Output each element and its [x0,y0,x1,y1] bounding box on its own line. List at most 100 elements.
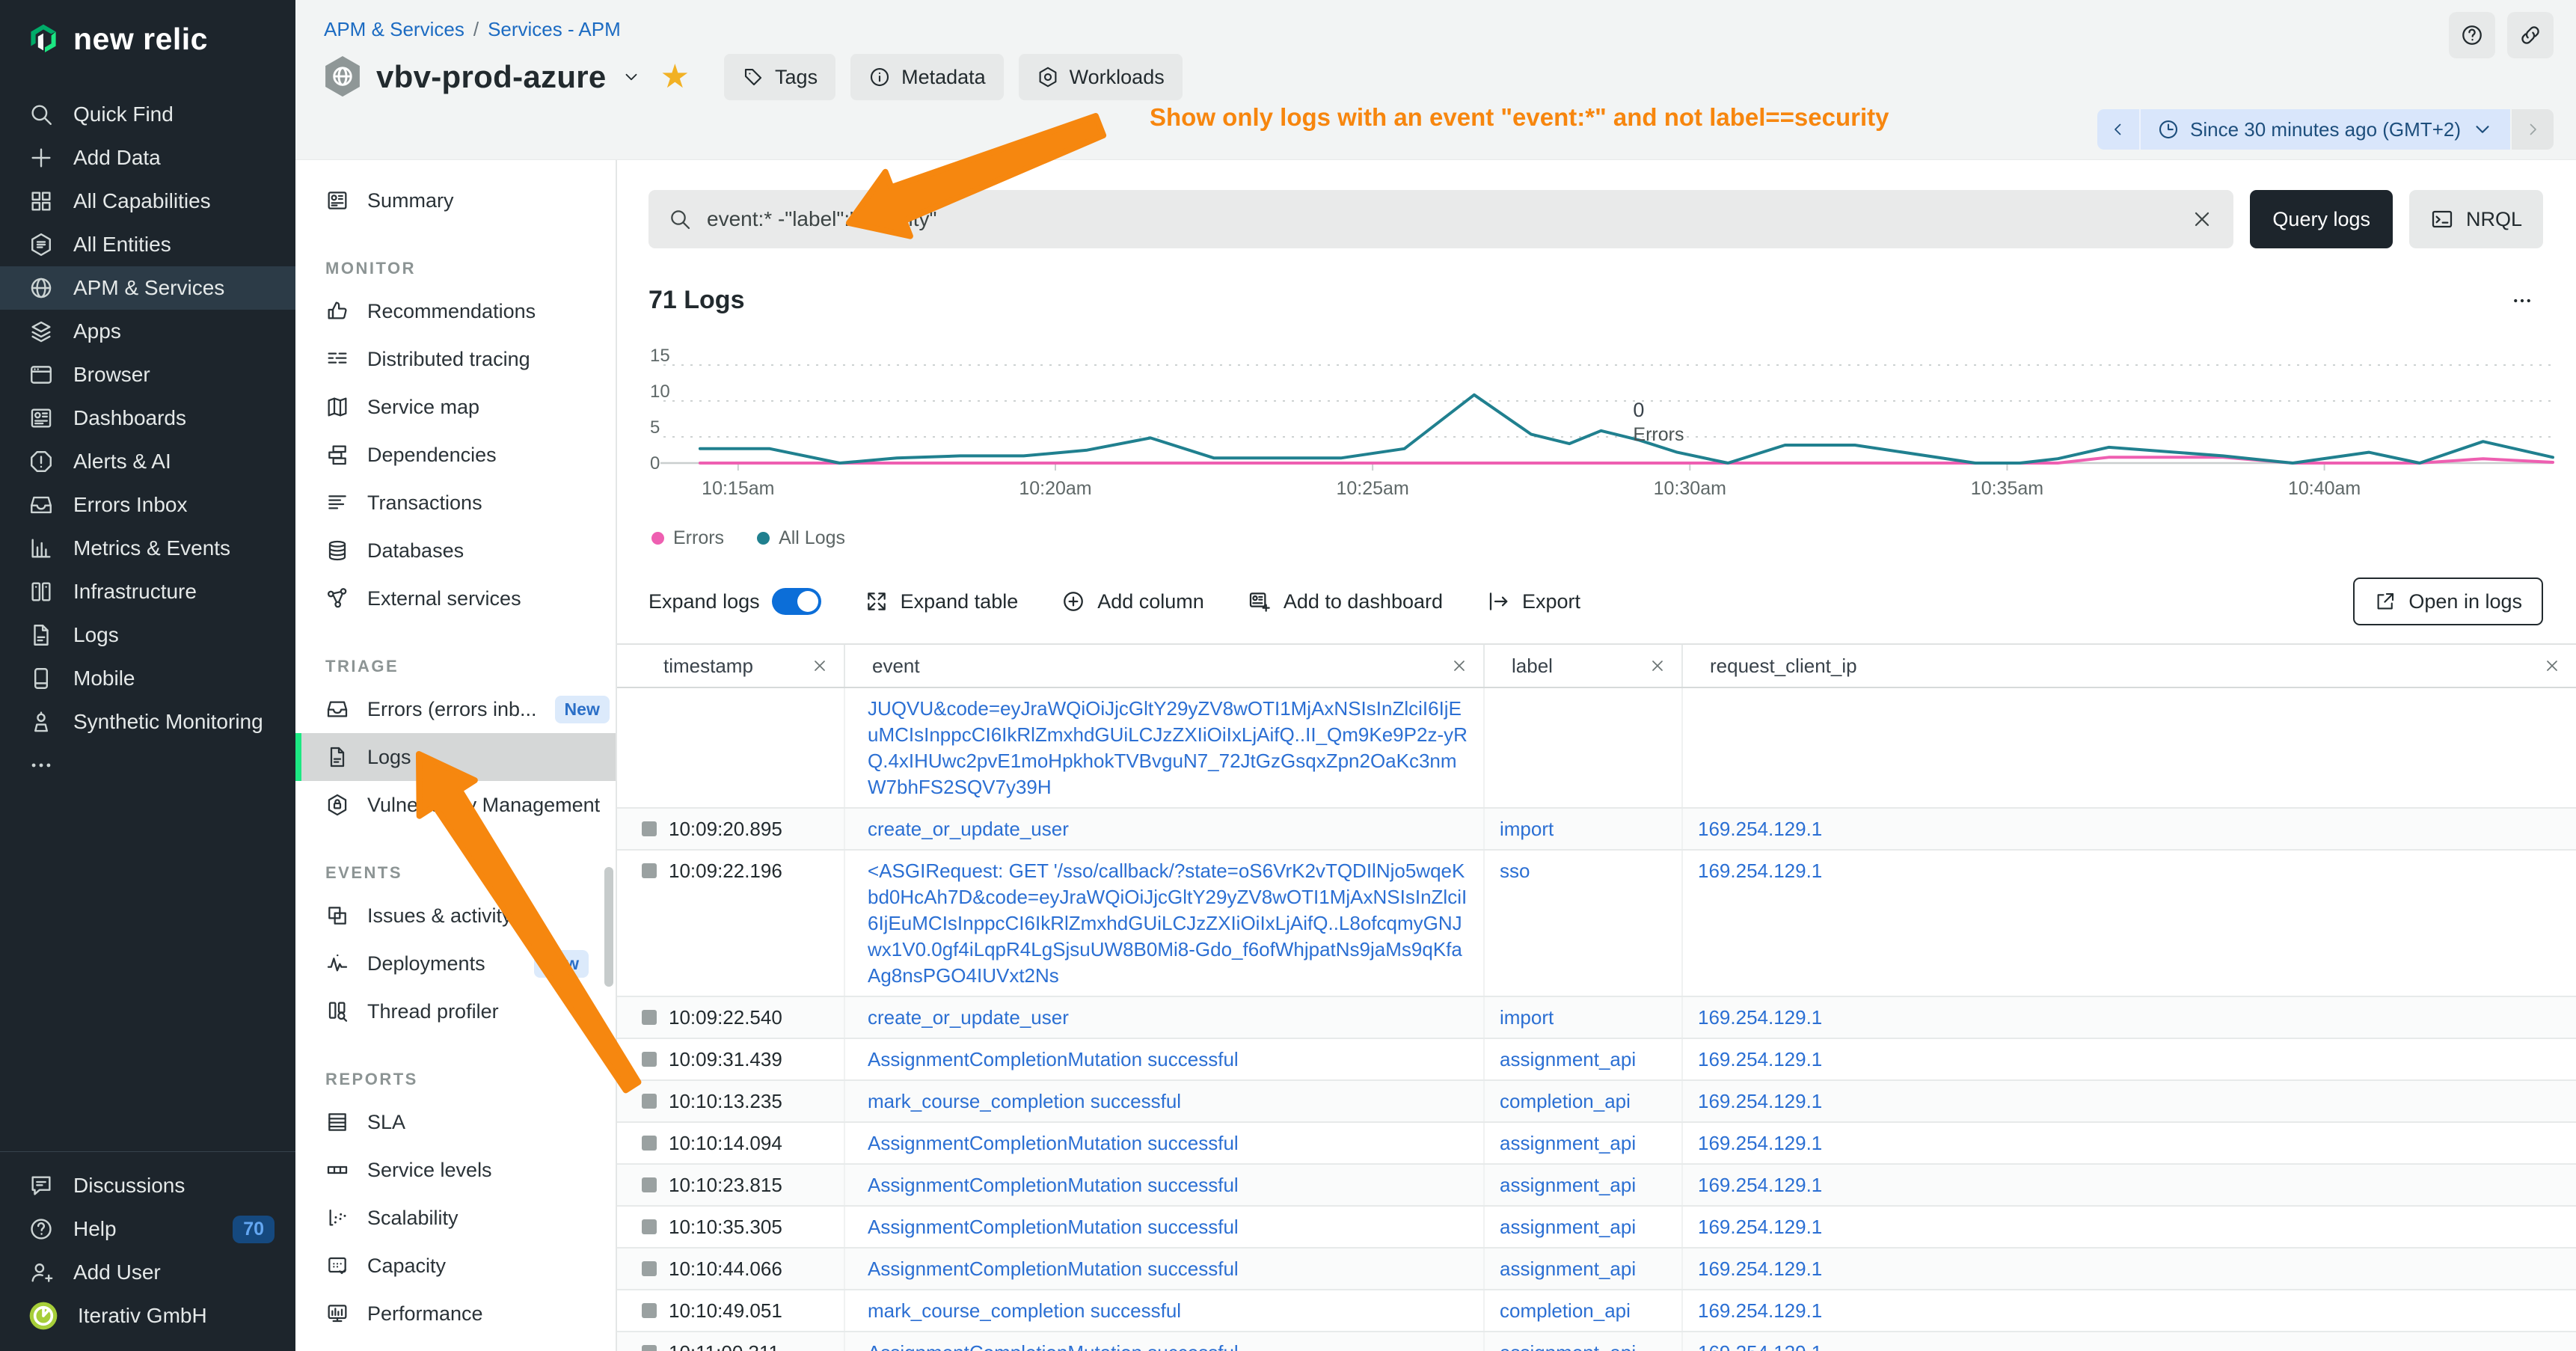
global-footer-item-help[interactable]: Help70 [0,1207,295,1251]
open-in-logs-button[interactable]: Open in logs [2353,578,2543,625]
log-row[interactable]: 10:10:13.235mark_course_completion succe… [617,1081,2576,1123]
log-row[interactable]: 10:10:35.305AssignmentCompletionMutation… [617,1207,2576,1249]
label-link[interactable]: assignment_api [1500,1257,1636,1280]
log-row[interactable]: 10:09:22.540create_or_update_userimport1… [617,997,2576,1039]
ip-link[interactable]: 169.254.129.1 [1698,1174,1822,1196]
add-column-button[interactable]: Add column [1061,589,1204,613]
remove-column-icon[interactable] [811,657,829,675]
global-nav-item-metrics-events[interactable]: Metrics & Events [0,527,295,570]
row-select-square[interactable] [642,1219,657,1234]
ip-link[interactable]: 169.254.129.1 [1698,1257,1822,1280]
breadcrumb-services-apm[interactable]: Services - APM [488,18,621,41]
event-link[interactable]: AssignmentCompletionMutation successful [868,1174,1239,1196]
entity-nav-item-scalability[interactable]: Scalability [295,1194,616,1242]
expand-table-button[interactable]: Expand table [865,589,1019,613]
entity-nav-item-distributed-tracing[interactable]: Distributed tracing [295,335,616,383]
log-row[interactable]: JUQVU&code=eyJraWQiOiJjcGltY29yZV8wOTI1M… [617,688,2576,809]
event-link[interactable]: create_or_update_user [868,818,1069,840]
column-header-event[interactable]: event [845,645,1485,687]
row-select-square[interactable] [642,1010,657,1025]
time-range-back-button[interactable] [2097,109,2141,150]
row-select-square[interactable] [642,1303,657,1318]
remove-column-icon[interactable] [2543,657,2561,675]
event-link[interactable]: mark_course_completion successful [868,1090,1181,1112]
event-link[interactable]: AssignmentCompletionMutation successful [868,1216,1239,1238]
query-logs-button[interactable]: Query logs [2250,190,2393,248]
event-link[interactable]: create_or_update_user [868,1006,1069,1029]
label-link[interactable]: assignment_api [1500,1174,1636,1196]
event-link[interactable]: mark_course_completion successful [868,1299,1181,1322]
event-link[interactable]: <ASGIRequest: GET '/sso/callback/?state=… [868,860,1467,987]
ip-link[interactable]: 169.254.129.1 [1698,1341,1822,1351]
row-select-square[interactable] [642,1094,657,1109]
global-footer-item-discussions[interactable]: Discussions [0,1164,295,1207]
event-link[interactable]: AssignmentCompletionMutation successful [868,1048,1239,1070]
ip-link[interactable]: 169.254.129.1 [1698,1299,1822,1322]
global-nav-item-alerts-ai[interactable]: Alerts & AI [0,440,295,483]
row-select-square[interactable] [642,1136,657,1151]
global-nav-item-apm-services[interactable]: APM & Services [0,266,295,310]
row-select-square[interactable] [642,1261,657,1276]
tags-button[interactable]: Tags [724,54,835,100]
label-link[interactable]: import [1500,1006,1554,1029]
entity-nav-item-vulnerability-management[interactable]: Vulnerability Management [295,781,616,829]
new-relic-logo[interactable]: new relic [0,0,295,57]
log-row[interactable]: 10:09:22.196<ASGIRequest: GET '/sso/call… [617,851,2576,997]
row-select-square[interactable] [642,821,657,836]
help-button[interactable] [2449,12,2495,58]
global-nav-item-dashboards[interactable]: Dashboards [0,396,295,440]
ip-link[interactable]: 169.254.129.1 [1698,860,1822,882]
remove-column-icon[interactable] [1450,657,1468,675]
entity-nav-item-dependencies[interactable]: Dependencies [295,431,616,479]
global-nav-item-errors-inbox[interactable]: Errors Inbox [0,483,295,527]
global-nav-item-synthetic-monitoring[interactable]: Synthetic Monitoring [0,700,295,744]
column-header-label[interactable]: label [1485,645,1683,687]
remove-column-icon[interactable] [1649,657,1666,675]
label-link[interactable]: sso [1500,860,1530,882]
entity-nav-item-summary[interactable]: Summary [295,177,616,224]
add-to-dashboard-button[interactable]: Add to dashboard [1248,589,1443,613]
expand-logs-toggle[interactable] [772,588,821,615]
global-nav-item-mobile[interactable]: Mobile [0,657,295,700]
ip-link[interactable]: 169.254.129.1 [1698,1006,1822,1029]
global-footer-item-add-user[interactable]: Add User [0,1251,295,1294]
global-footer-item-iterativ-gmbh[interactable]: Iterativ GmbH [0,1294,295,1338]
log-row[interactable]: 10:10:14.094AssignmentCompletionMutation… [617,1123,2576,1165]
event-link[interactable]: AssignmentCompletionMutation successful [868,1132,1239,1154]
favorite-star-icon[interactable]: ★ [660,61,690,94]
ip-link[interactable]: 169.254.129.1 [1698,1048,1822,1070]
label-link[interactable]: assignment_api [1500,1341,1636,1351]
nrql-button[interactable]: NRQL [2409,190,2543,248]
global-nav-item-add-data[interactable]: Add Data [0,136,295,180]
global-nav-item-quick-find[interactable]: Quick Find [0,93,295,136]
global-nav-item-overflow[interactable] [0,744,295,787]
log-row[interactable]: 10:10:23.815AssignmentCompletionMutation… [617,1165,2576,1207]
entity-nav-item-service-map[interactable]: Service map [295,383,616,431]
entity-nav-item-capacity[interactable]: Capacity [295,1242,616,1290]
label-link[interactable]: assignment_api [1500,1048,1636,1070]
export-button[interactable]: Export [1486,589,1580,613]
row-select-square[interactable] [642,1345,657,1351]
log-row[interactable]: 10:11:00.311AssignmentCompletionMutation… [617,1332,2576,1351]
entity-nav-item-performance[interactable]: Performance [295,1290,616,1338]
entity-nav-item-transactions[interactable]: Transactions [295,479,616,527]
log-row[interactable]: 10:10:44.066AssignmentCompletionMutation… [617,1249,2576,1290]
entity-nav-item-sla[interactable]: SLA [295,1098,616,1146]
ip-link[interactable]: 169.254.129.1 [1698,1132,1822,1154]
global-nav-item-logs[interactable]: Logs [0,613,295,657]
entity-nav-item-logs[interactable]: Logs [295,733,616,781]
log-row[interactable]: 10:09:20.895create_or_update_userimport1… [617,809,2576,851]
column-header-timestamp[interactable]: timestamp [617,645,845,687]
time-range-dropdown[interactable]: Since 30 minutes ago (GMT+2) [2141,109,2510,150]
global-nav-item-all-entities[interactable]: All Entities [0,223,295,266]
entity-nav-item-issues-activity[interactable]: Issues & activity [295,892,616,940]
copy-link-button[interactable] [2507,12,2554,58]
clear-search-icon[interactable] [2190,207,2214,231]
entity-nav-item-errors-errors-inb[interactable]: Errors (errors inb...New [295,685,616,733]
log-row[interactable]: 10:09:31.439AssignmentCompletionMutation… [617,1039,2576,1081]
entity-nav-item-external-services[interactable]: External services [295,575,616,622]
row-select-square[interactable] [642,863,657,878]
log-row[interactable]: 10:10:49.051mark_course_completion succe… [617,1290,2576,1332]
global-nav-item-all-capabilities[interactable]: All Capabilities [0,180,295,223]
label-link[interactable]: import [1500,818,1554,840]
